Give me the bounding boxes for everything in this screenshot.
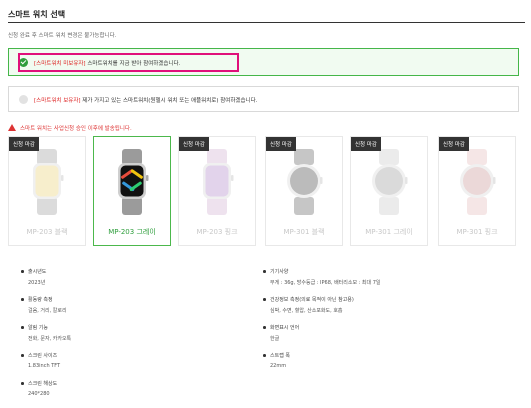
product-card[interactable]: 신청 마감 MP-301 핑크: [438, 136, 516, 246]
spec-value: 1.83inch TFT: [28, 363, 61, 369]
spec-item: 스크린 사이즈 1.83inch TFT: [20, 352, 61, 369]
radio-unchecked-icon[interactable]: [19, 95, 28, 104]
spec-value: 걸음, 거리, 칼로리: [28, 308, 67, 314]
spec-value: 심박, 수면, 혈압, 산소포화도, 호흡: [270, 308, 343, 314]
spec-item: 화면표시 언어한글: [262, 324, 300, 342]
spec-item: 스트랩 폭 22mm: [263, 352, 290, 369]
page-title: 스마트 워치 선택: [8, 10, 66, 19]
spec-value: 240*280: [28, 391, 50, 397]
watch-image: [449, 149, 505, 215]
spec-item: 기기사양무게 : 36g, 방수등급 : IP68, 배터리소모 : 최대 7일: [263, 268, 381, 286]
shipping-warning: 스마트 워치는 사업신청 승인 이후에 발송됩니다.: [8, 124, 132, 132]
spec-label: 알림 기능: [20, 324, 71, 331]
change-notice: 신청 완료 후 스마트 워치 변경은 불가능합니다.: [8, 33, 117, 39]
spec-item: 알림 기능전화, 문자, 카카오톡: [20, 324, 72, 342]
warning-icon: [8, 124, 16, 131]
sold-out-badge: 신청 마감: [439, 137, 469, 151]
spec-label: 활동량 측정: [21, 296, 67, 303]
sold-out-badge: 신청 마감: [9, 137, 39, 151]
product-name: MP-301 그레이: [365, 228, 413, 236]
option-no-watch[interactable]: [스마트워치 미보유자] 스마트워치를 지금 받아 참여하겠습니다.: [8, 48, 519, 76]
watch-image: [189, 149, 245, 215]
sold-out-badge: 신청 마감: [351, 137, 381, 151]
spec-item: 스크린 해상도 240*280: [20, 380, 58, 397]
spec-label: 건강정보 측정(의료 목적이 아닌 참고용): [263, 297, 354, 303]
product-card[interactable]: 신청 마감 MP-203 핑크: [178, 136, 256, 246]
spec-item: 출시년도 2023년: [20, 268, 47, 286]
spec-label: 스크린 해상도: [20, 381, 58, 387]
spec-value: 한글: [270, 336, 280, 342]
spec-item: 건강정보 측정(의료 목적이 아닌 참고용) 심박, 수면, 혈압, 산소포화도,…: [263, 296, 354, 314]
watch-image: [19, 149, 75, 215]
product-card[interactable]: 신청 마감 MP-301 그레이: [350, 136, 428, 246]
spec-item: 활동량 측정걸음, 거리, 칼로리: [21, 296, 67, 314]
spec-label: 스크린 사이즈: [20, 352, 60, 359]
spec-value: 22mm: [270, 363, 287, 369]
option-own-watch[interactable]: [스마트워치 보유자] 제가 가지고 있는 스마트워치(원헬시 워치 또는 애플…: [8, 86, 519, 112]
watch-image: [361, 149, 417, 215]
watch-image: [276, 149, 332, 215]
spec-label: 화면표시 언어: [262, 325, 300, 331]
product-card[interactable]: 신청 마감 MP-203 블랙: [8, 136, 86, 246]
option-own-watch-label: [스마트워치 보유자] 제가 가지고 있는 스마트워치(원헬시 워치 또는 애플…: [34, 98, 258, 104]
product-name: MP-301 블랙: [283, 228, 325, 236]
product-name: MP-301 핑크: [456, 228, 498, 236]
product-list: 신청 마감 MP-203 블랙 MP-203 그레이 신청 마감 MP-203 …: [8, 136, 519, 246]
product-card[interactable]: 신청 마감 MP-301 블랙: [265, 136, 343, 246]
title-divider: [8, 22, 525, 23]
product-card[interactable]: MP-203 그레이: [93, 136, 171, 246]
product-name: MP-203 그레이: [108, 228, 156, 236]
watch-image: [104, 149, 160, 215]
sold-out-badge: 신청 마감: [266, 137, 296, 151]
product-name: MP-203 핑크: [196, 228, 238, 236]
spec-value: 전화, 문자, 카카오톡: [28, 336, 72, 342]
option-no-watch-label: [스마트워치 미보유자] 스마트워치를 지금 받아 참여하겠습니다.: [34, 61, 181, 67]
product-name: MP-203 블랙: [26, 228, 68, 236]
spec-value: 2023년: [28, 280, 46, 286]
spec-label: 출시년도: [20, 269, 47, 275]
sold-out-badge: 신청 마감: [179, 137, 209, 151]
spec-label: 기기사양: [263, 268, 381, 275]
spec-value: 무게 : 36g, 방수등급 : IP68, 배터리소모 : 최대 7일: [270, 280, 381, 286]
spec-label: 스트랩 폭: [263, 353, 290, 359]
